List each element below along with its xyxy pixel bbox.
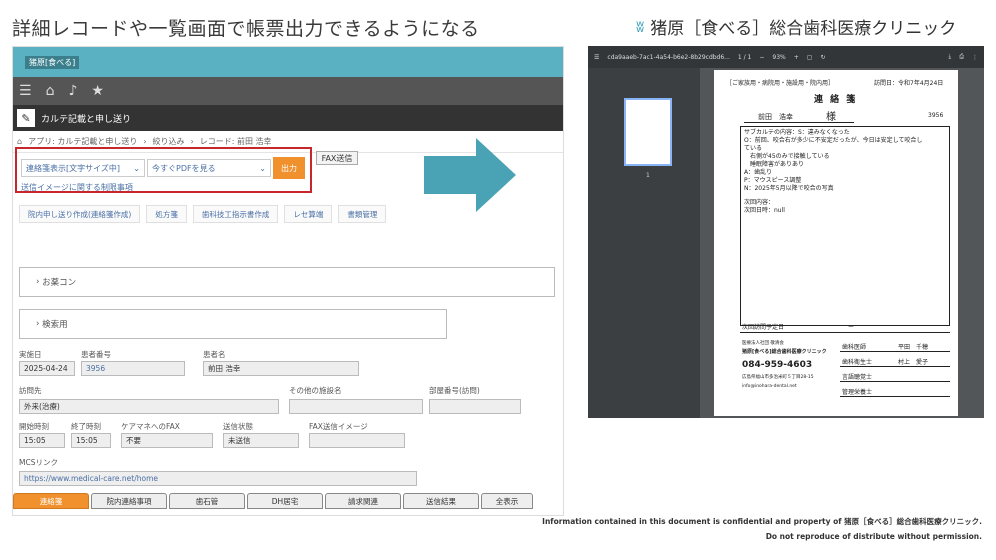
date-label: 実施日 — [19, 350, 42, 359]
headline: 詳細レコードや一覧画面で帳票出力できるようになる — [12, 18, 480, 40]
faximg-label: FAX送信イメージ — [309, 422, 368, 431]
fit-icon[interactable]: ▢ — [807, 54, 813, 61]
more-icon[interactable]: ⋮ — [972, 54, 978, 61]
pdf-pid: 3956 — [928, 112, 944, 119]
crumb-app[interactable]: アプリ: カルテ記載と申し送り — [28, 136, 137, 147]
action-buttons: 院内申し送り作成(連絡箋作成) 処方箋 歯科技工指示書作成 レセ算端 書類管理 — [19, 205, 387, 223]
end-field[interactable]: 15:05 — [71, 433, 111, 448]
name-field[interactable]: 前田 浩幸 — [203, 361, 359, 376]
pdf-zoom: 93% — [772, 53, 786, 61]
action-internal-note[interactable]: 院内申し送り作成(連絡箋作成) — [19, 205, 141, 223]
app-nav: ☰ ⌂ ♪ ★ — [13, 77, 563, 105]
zoom-in-icon[interactable]: + — [794, 54, 799, 61]
print-icon[interactable]: ⎙ — [959, 53, 964, 61]
pdf-sama: 様 — [826, 112, 836, 123]
pdf-body-box: サブカルテの内容：S：違みなくなった O：前回、咬合右が多少に不安定だったが、今… — [740, 126, 950, 326]
action-receipt[interactable]: レセ算端 — [284, 205, 333, 223]
pdf-body-lines: サブカルテの内容：S：違みなくなった O：前回、咬合右が多少に不安定だったが、今… — [744, 129, 923, 214]
right-arrow-icon — [424, 138, 516, 212]
home-crumb-icon[interactable]: ⌂ — [17, 137, 22, 146]
download-icon[interactable]: ⤓ — [949, 53, 952, 61]
tab-all[interactable]: 全表示 — [481, 493, 533, 509]
home-icon[interactable]: ⌂ — [46, 83, 55, 99]
care-label: ケアマネへのFAX — [121, 422, 180, 431]
pdf-page: ［ご家族用・病院用・施設用・院内用］ 訪問日：令和7年4月24日 連 絡 箋 前… — [714, 70, 958, 416]
panel-medicine[interactable]: › お薬コン — [19, 267, 555, 297]
facility-field[interactable] — [289, 399, 423, 414]
pdf-patient: 前田 浩幸 — [758, 113, 793, 121]
tab-renrakusen[interactable]: 連絡箋 — [13, 493, 89, 509]
page-thumbnail[interactable] — [624, 98, 672, 166]
pid-label: 患者番号 — [81, 350, 111, 359]
app-icon: ✎ — [17, 109, 35, 127]
bell-icon[interactable]: ♪ — [68, 83, 77, 99]
crumb-filter[interactable]: 絞り込み — [153, 136, 185, 147]
app-titlebar: ✎ カルテ記載と申し送り — [13, 105, 563, 131]
name-label: 患者名 — [203, 350, 226, 359]
date-field[interactable]: 2025-04-24 — [19, 361, 75, 376]
action-prescription[interactable]: 処方箋 — [146, 205, 187, 223]
chevron-down-icon: ⌄ — [259, 163, 266, 173]
start-label: 開始時刻 — [19, 422, 49, 431]
tab-dh[interactable]: DH居宅 — [247, 493, 323, 509]
room-field[interactable] — [429, 399, 521, 414]
pdf-phone: 084-959-4603 — [742, 360, 813, 370]
template-select[interactable]: 連絡箋表示[文字サイズ中] ⌄ — [21, 159, 145, 177]
thumbnail-sidebar: 1 — [588, 68, 700, 418]
app-title: カルテ記載と申し送り — [41, 114, 132, 125]
facility-label: その他の施設名 — [289, 386, 342, 395]
zoom-out-icon[interactable]: − — [759, 54, 764, 61]
app-logo: 猪原[食べる] — [25, 55, 80, 69]
tab-result[interactable]: 送信結果 — [403, 493, 479, 509]
pdf-clinic: 猪原[食べる]総合歯科医療クリニック — [742, 349, 827, 355]
tooth-logo-icon: ʬ — [636, 17, 645, 36]
pdf-pages: 1 / 1 — [737, 53, 752, 61]
faximg-field[interactable] — [309, 433, 405, 448]
pdf-viewer: ☰ cda9aaeb-7ac1-4a54-b6e2-8b29cdbd6... 1… — [588, 46, 984, 418]
pdf-title: 連 絡 箋 — [814, 95, 858, 105]
menu-icon[interactable]: ☰ — [594, 54, 599, 61]
pdf-toolbar: ☰ cda9aaeb-7ac1-4a54-b6e2-8b29cdbd6... 1… — [588, 46, 984, 68]
app-topbar: 猪原[食べる] — [13, 47, 563, 77]
menu-icon[interactable]: ☰ — [19, 83, 32, 99]
brand-logo: ʬ 猪原［食べる］総合歯科医療クリニック — [636, 14, 956, 39]
pdf-filename: cda9aaeb-7ac1-4a54-b6e2-8b29cdbd6... — [607, 53, 730, 61]
status-label: 送信状態 — [223, 422, 253, 431]
fax-send-button[interactable]: FAX送信 — [316, 151, 358, 165]
star-icon[interactable]: ★ — [91, 83, 104, 99]
chevron-down-icon: ⌄ — [133, 163, 140, 173]
start-field[interactable]: 15:05 — [19, 433, 65, 448]
rotate-icon[interactable]: ↻ — [820, 54, 825, 61]
brand-name: 猪原［食べる］総合歯科医療クリニック — [650, 19, 957, 39]
thumb-page-number: 1 — [646, 172, 650, 179]
tab-billing[interactable]: 請求関連 — [325, 493, 401, 509]
action-documents[interactable]: 書類管理 — [338, 205, 387, 223]
mcs-link-field[interactable]: https://www.medical-care.net/home — [19, 471, 417, 486]
app-screenshot: 猪原[食べる] ☰ ⌂ ♪ ★ ✎ カルテ記載と申し送り ⌂ アプリ: カルテ記… — [12, 46, 564, 516]
record-tabs: 連絡箋 院内連絡事項 歯石管 DH居宅 請求関連 送信結果 全表示 — [13, 493, 533, 509]
footer-copyright: Do not reproduce of distribute without p… — [765, 532, 982, 541]
pdf-date: 訪問日：令和7年4月24日 — [874, 80, 944, 87]
output-button[interactable]: 出力 — [273, 157, 305, 179]
visit-label: 訪問先 — [19, 386, 42, 395]
care-field[interactable]: 不要 — [121, 433, 213, 448]
pdf-next-visit: 次回訪問予定日 — [742, 324, 785, 331]
tab-calculus[interactable]: 歯石管 — [169, 493, 245, 509]
mcs-label: MCSリンク — [19, 458, 58, 467]
footer-confidential: Information contained in this document i… — [542, 517, 982, 526]
crumb-record: レコード: 前田 浩幸 — [199, 137, 272, 146]
action-select[interactable]: 今すぐPDFを見る ⌄ — [147, 159, 271, 177]
panel-search[interactable]: › 検索用 — [19, 309, 447, 339]
restriction-link[interactable]: 送信イメージに関する制限事項 — [21, 182, 133, 193]
action-lab-order[interactable]: 歯科技工指示書作成 — [192, 205, 279, 223]
pdf-header-left: ［ご家族用・病院用・施設用・院内用］ — [726, 80, 835, 87]
visit-field[interactable]: 外来(治療) — [19, 399, 279, 414]
pid-field[interactable]: 3956 — [81, 361, 185, 376]
room-label: 部屋番号(訪問) — [429, 386, 480, 395]
status-field[interactable]: 未送信 — [223, 433, 299, 448]
end-label: 終了時刻 — [71, 422, 101, 431]
tab-internal[interactable]: 院内連絡事項 — [91, 493, 167, 509]
